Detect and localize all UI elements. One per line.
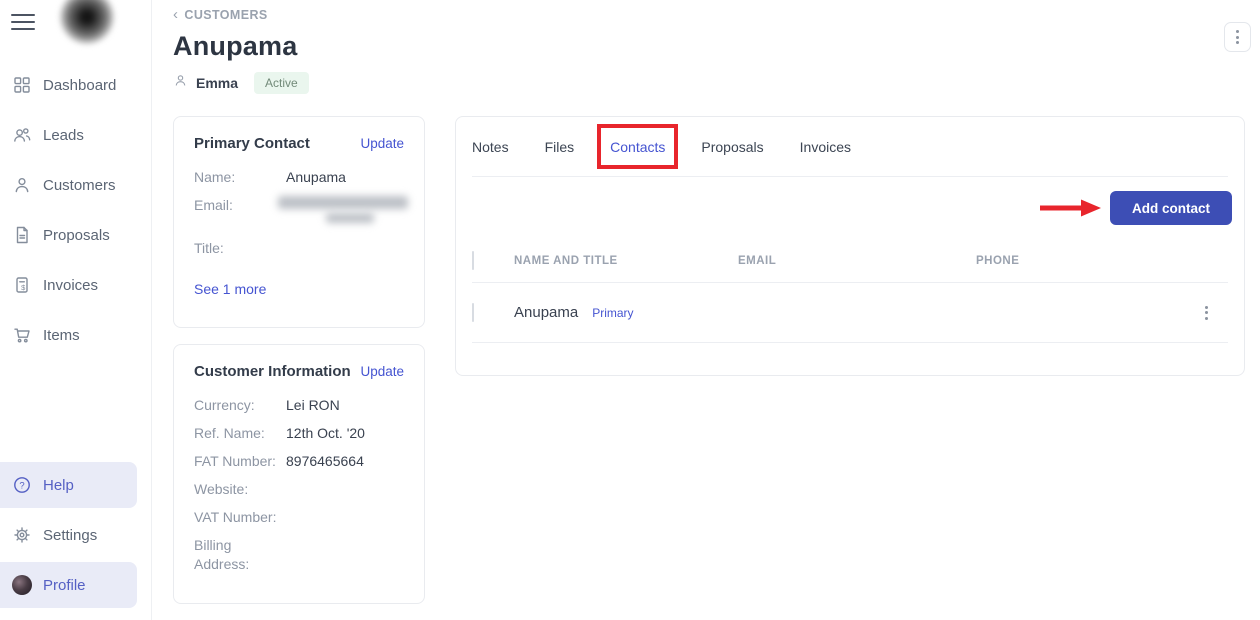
field-website: Website: <box>194 480 404 499</box>
col-header-email: EMAIL <box>738 255 976 267</box>
sidebar-item-label: Leads <box>43 127 84 144</box>
status-badge: Active <box>254 72 309 94</box>
col-header-name: NAME AND TITLE <box>514 255 738 267</box>
sidebar-item-invoices[interactable]: $ Invoices <box>0 260 151 310</box>
tab-bar: Notes Files Contacts Proposals Invoices <box>472 117 1228 177</box>
primary-badge[interactable]: Primary <box>592 306 633 320</box>
tab-files[interactable]: Files <box>545 139 575 155</box>
tab-proposals[interactable]: Proposals <box>701 139 763 155</box>
sidebar-item-settings[interactable]: Settings <box>0 512 137 558</box>
sidebar-nav: Dashboard Leads Customers Proposals <box>0 60 151 360</box>
sidebar-item-label: Customers <box>43 177 116 194</box>
sidebar-item-label: Items <box>43 327 80 344</box>
leads-icon <box>12 125 32 145</box>
sidebar-item-customers[interactable]: Customers <box>0 160 151 210</box>
sidebar-item-label: Profile <box>43 577 86 594</box>
help-icon: ? <box>12 475 32 495</box>
field-billing-address: Billing Address: <box>194 536 404 574</box>
kebab-icon <box>1236 30 1239 44</box>
svg-text:$: $ <box>21 283 26 292</box>
sidebar-item-leads[interactable]: Leads <box>0 110 151 160</box>
row-checkbox[interactable] <box>472 303 474 322</box>
field-email: Email: <box>194 196 404 223</box>
customer-subheader: Emma Active <box>173 72 1245 94</box>
table-row: Anupama Primary <box>472 283 1228 343</box>
app-logo <box>60 0 114 44</box>
dashboard-icon <box>12 75 32 95</box>
sidebar-item-label: Proposals <box>43 227 110 244</box>
field-title: Title: <box>194 239 404 258</box>
row-actions-button[interactable] <box>1184 306 1228 320</box>
svg-text:?: ? <box>19 480 24 491</box>
sidebar-item-label: Dashboard <box>43 77 116 94</box>
add-contact-button[interactable]: Add contact <box>1110 191 1232 225</box>
proposals-icon <box>12 225 32 245</box>
page-actions-button[interactable] <box>1224 22 1251 52</box>
sidebar-item-help[interactable]: ? Help <box>0 462 137 508</box>
main-content: ‹ CUSTOMERS Anupama Emma Active Primary … <box>152 0 1260 620</box>
app-window: Dashboard Leads Customers Proposals <box>0 0 1260 620</box>
contacts-panel: Notes Files Contacts Proposals Invoices … <box>455 116 1245 376</box>
redacted-email <box>286 196 408 223</box>
sidebar-item-label: Invoices <box>43 277 98 294</box>
primary-contact-title: Primary Contact <box>194 135 310 152</box>
sidebar-item-profile[interactable]: Profile <box>0 562 137 608</box>
chevron-left-icon: ‹ <box>173 10 178 20</box>
field-fat-number: FAT Number: 8976465664 <box>194 452 404 471</box>
sidebar: Dashboard Leads Customers Proposals <box>0 0 152 620</box>
primary-contact-card: Primary Contact Update Name: Anupama Ema… <box>173 116 425 328</box>
sidebar-item-label: Settings <box>43 527 97 544</box>
invoices-icon: $ <box>12 275 32 295</box>
tab-invoices[interactable]: Invoices <box>800 139 851 155</box>
sidebar-item-label: Help <box>43 477 74 494</box>
field-vat-number: VAT Number: <box>194 508 404 527</box>
field-name-value: Anupama <box>286 168 346 187</box>
left-column: Primary Contact Update Name: Anupama Ema… <box>173 116 425 604</box>
customers-icon <box>12 175 32 195</box>
content-area: Primary Contact Update Name: Anupama Ema… <box>173 116 1245 604</box>
sidebar-item-proposals[interactable]: Proposals <box>0 210 151 260</box>
profile-avatar <box>12 575 32 595</box>
update-primary-contact-link[interactable]: Update <box>360 136 404 151</box>
see-more-link[interactable]: See 1 more <box>194 281 266 297</box>
settings-icon <box>12 525 32 545</box>
select-all-checkbox[interactable] <box>472 251 474 270</box>
page-title: Anupama <box>173 31 1245 62</box>
sidebar-item-items[interactable]: Items <box>0 310 151 360</box>
update-customer-info-link[interactable]: Update <box>360 364 404 379</box>
sidebar-header <box>0 0 151 52</box>
hamburger-menu-icon[interactable] <box>11 14 35 30</box>
table-header-row: NAME AND TITLE EMAIL PHONE <box>472 239 1228 283</box>
annotation-arrow <box>1037 199 1103 217</box>
breadcrumb-customers[interactable]: ‹ CUSTOMERS <box>173 8 1245 22</box>
owner-name: Emma <box>196 75 238 91</box>
col-header-phone: PHONE <box>976 255 1184 267</box>
panel-toolbar: Add contact <box>456 177 1244 239</box>
tab-notes[interactable]: Notes <box>472 139 509 155</box>
person-icon <box>173 73 188 93</box>
sidebar-bottom-nav: ? Help Settings Profile <box>0 462 152 612</box>
kebab-icon <box>1205 306 1208 320</box>
field-currency: Currency: Lei RON <box>194 396 404 415</box>
contacts-table: NAME AND TITLE EMAIL PHONE Anupama Prima… <box>472 239 1228 343</box>
items-icon <box>12 325 32 345</box>
breadcrumb-label: CUSTOMERS <box>184 8 267 22</box>
field-ref-name: Ref. Name: 12th Oct. '20 <box>194 424 404 443</box>
sidebar-item-dashboard[interactable]: Dashboard <box>0 60 151 110</box>
field-name: Name: Anupama <box>194 168 404 187</box>
customer-info-card: Customer Information Update Currency: Le… <box>173 344 425 604</box>
customer-info-title: Customer Information <box>194 363 351 380</box>
contact-name: Anupama <box>514 304 578 321</box>
tab-contacts[interactable]: Contacts <box>610 139 665 155</box>
